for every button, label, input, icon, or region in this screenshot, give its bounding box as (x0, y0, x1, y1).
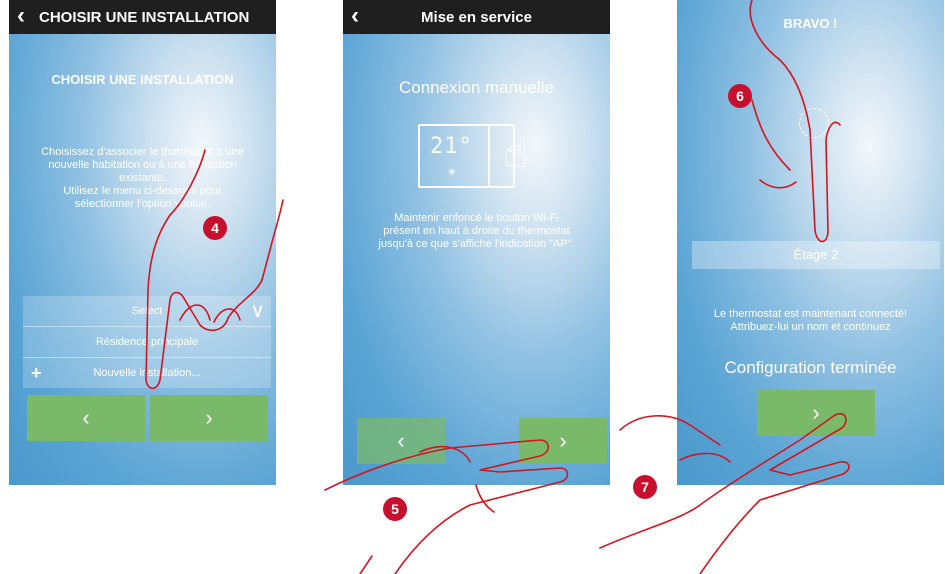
menu-option-main-residence[interactable]: Rèsidence principale (23, 327, 271, 358)
page-heading: CHOISIR UNE INSTALLATION (51, 72, 234, 87)
next-button[interactable]: › (519, 418, 607, 464)
top-bar: ‹ Mise en service (343, 0, 610, 34)
callout-badge-7: 7 (633, 475, 657, 499)
instructions-text: Maintenir enfoncé le bouton Wi-Fi présen… (353, 212, 600, 251)
instruction-line: Utilisez le menu ci-dessous pour (63, 185, 222, 197)
instruction-line: présent en haut à droite du thermostat (383, 225, 570, 237)
message-line: Le thermostat est maintenant connecté! (713, 308, 908, 320)
top-bar: ‹ CHOISIR UNE INSTALLATION (9, 0, 276, 34)
option-label: Nouvelle installation... (93, 367, 201, 379)
message-line: Attribuez-lui un nom et continuez (730, 321, 891, 333)
page-heading: Connexion manuelle (399, 78, 554, 97)
instructions-text: Choisissez d'associer le thermostat à un… (19, 146, 266, 211)
page-heading: BRAVO ! (783, 16, 838, 31)
menu-option-new-installation[interactable]: + Nouvelle installation... (23, 358, 271, 388)
screen-bravo: BRAVO ! Étage 2 Le thermostat est mainte… (677, 0, 944, 485)
thermostat-icon: 21° ☀ (418, 124, 515, 188)
instruction-line: existante. (118, 172, 167, 184)
option-label: Rèsidence principale (95, 336, 199, 348)
sun-icon: ☀ (447, 167, 457, 179)
plus-icon: + (31, 363, 42, 383)
status-text: Configuration terminée (724, 358, 897, 377)
instruction-line: nouvelle habitation ou à une habitation (48, 159, 237, 171)
screen-commissioning: ‹ Mise en service Connexion manuelle 21°… (343, 0, 610, 485)
thermostat-display: 21° (430, 134, 473, 159)
previous-button[interactable]: ‹ (357, 418, 445, 464)
screen-title: Mise en service (421, 9, 532, 26)
back-arrow-icon[interactable]: ‹ (17, 3, 25, 29)
menu-select-row[interactable]: Select ∨ (23, 296, 271, 327)
pointing-hand-icon: ☝ (503, 129, 529, 176)
thermostat-name-field[interactable]: Étage 2 (692, 241, 940, 269)
screen-title: CHOISIR UNE INSTALLATION (39, 9, 250, 26)
timer-icon (799, 108, 829, 138)
callout-badge-6: 6 (728, 84, 752, 108)
next-button[interactable]: › (150, 395, 268, 441)
connected-message: Le thermostat est maintenant connecté! A… (687, 308, 934, 334)
screen-choose-installation: ‹ CHOISIR UNE INSTALLATION CHOISIR UNE I… (9, 0, 276, 485)
previous-button[interactable]: ‹ (27, 395, 145, 441)
next-button[interactable]: › (757, 390, 875, 436)
instruction-line: Choisissez d'associer le thermostat à un… (41, 146, 244, 158)
callout-badge-4: 4 (203, 216, 227, 240)
installation-menu[interactable]: Select ∨ Rèsidence principale + Nouvelle… (23, 296, 271, 388)
callout-badge-5: 5 (383, 497, 407, 521)
instruction-line: sélectionner l'option voulue. (74, 198, 211, 210)
instruction-line: Maintenir enfoncé le bouton Wi-Fi (394, 212, 559, 224)
chevron-down-icon[interactable]: ∨ (250, 296, 265, 326)
instruction-line: jusqu'à ce que s'affiche l'indication "A… (378, 238, 575, 250)
select-label: Select (131, 305, 163, 317)
